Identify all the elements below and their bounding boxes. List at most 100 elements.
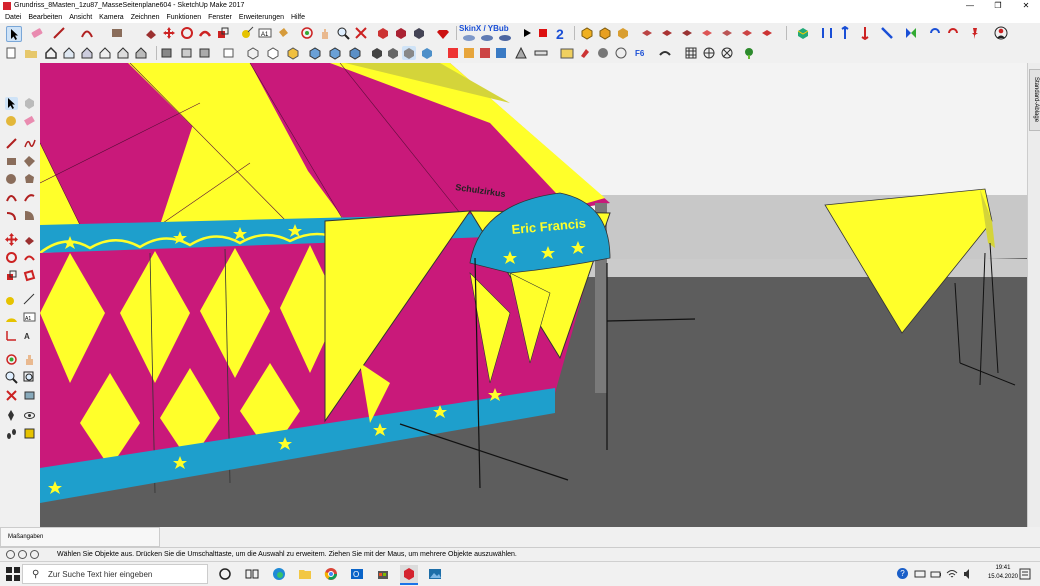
stop-button[interactable] <box>536 26 550 40</box>
help-tray-icon[interactable]: ? <box>897 568 908 579</box>
left-text-button[interactable]: A1 <box>23 311 36 324</box>
left-look-around-button[interactable] <box>23 409 36 422</box>
left-circle-button[interactable] <box>5 173 18 186</box>
network-tray-icon[interactable] <box>914 565 926 583</box>
display-section-button[interactable] <box>180 46 194 60</box>
left-move-button[interactable] <box>5 233 18 246</box>
left-previous-view-button[interactable] <box>23 389 36 402</box>
eraser-tool-button[interactable] <box>30 26 44 40</box>
menu-ansicht[interactable]: Ansicht <box>69 12 92 23</box>
shadow-tool-button[interactable] <box>596 46 610 60</box>
left-position-camera-button[interactable] <box>5 409 18 422</box>
left-section-plane-button[interactable] <box>23 427 36 440</box>
color-box-4-button[interactable] <box>494 46 508 60</box>
left-3d-text-button[interactable]: A <box>23 329 36 342</box>
notifications-tray-icon[interactable] <box>1018 565 1032 583</box>
solid-tool-7-button[interactable] <box>760 26 774 40</box>
box-tool-1-button[interactable] <box>580 26 594 40</box>
solid-tool-6-button[interactable] <box>740 26 754 40</box>
left-push-pull-button[interactable] <box>23 233 36 246</box>
shaded-textures-button[interactable] <box>308 46 322 60</box>
credits-icon[interactable] <box>18 550 27 559</box>
mirror-tool-button[interactable] <box>904 26 918 40</box>
pan-tool-button[interactable] <box>318 26 332 40</box>
zoom-extents-tool-button[interactable] <box>354 26 368 40</box>
line-tool-button[interactable] <box>52 26 66 40</box>
text-tool-button[interactable]: A1 <box>258 26 272 40</box>
ruby-console-button[interactable] <box>436 26 450 40</box>
menu-kamera[interactable]: Kamera <box>99 12 124 23</box>
style-2-button[interactable] <box>370 46 384 60</box>
left-rotated-rectangle-button[interactable] <box>23 155 36 168</box>
color-box-3-button[interactable] <box>478 46 492 60</box>
left-pie-button[interactable] <box>23 209 36 222</box>
left-zoom-window-button[interactable] <box>23 371 36 384</box>
left-follow-me-button[interactable] <box>23 251 36 264</box>
undo-arrow-button[interactable] <box>946 26 960 40</box>
left-polygon-button[interactable] <box>23 173 36 186</box>
top-view-button[interactable] <box>62 46 76 60</box>
style-3-button[interactable] <box>386 46 400 60</box>
right-view-button[interactable] <box>98 46 112 60</box>
push-pin-button[interactable] <box>968 26 982 40</box>
push-pull-tool-button[interactable] <box>144 26 158 40</box>
measurements-box[interactable]: Maßangaben <box>0 527 160 547</box>
left-axes-button[interactable] <box>5 329 18 342</box>
left-zoom-extents-button[interactable] <box>5 389 18 402</box>
warehouse-button[interactable] <box>394 26 408 40</box>
left-walk-button[interactable] <box>5 427 18 440</box>
tape-measure-tool-button[interactable] <box>240 26 254 40</box>
solid-tool-5-button[interactable] <box>720 26 734 40</box>
rectangle-tool-button[interactable] <box>110 26 124 40</box>
user-status-icon[interactable] <box>30 550 39 559</box>
flip-tool-2-button[interactable] <box>838 25 852 40</box>
box-tool-2-button[interactable] <box>598 26 612 40</box>
sketchup-taskbar-icon[interactable] <box>400 565 418 585</box>
front-view-button[interactable] <box>80 46 94 60</box>
close-button[interactable]: ✕ <box>1012 0 1040 12</box>
rotate-tool-button[interactable] <box>180 26 194 40</box>
left-zoom-button[interactable] <box>5 371 18 384</box>
hidden-line-button[interactable] <box>266 46 280 60</box>
solid-tool-2-button[interactable] <box>660 26 674 40</box>
battery-tray-icon[interactable] <box>930 565 942 583</box>
section-plane-button[interactable] <box>160 46 174 60</box>
move-tool-button[interactable] <box>162 26 176 40</box>
shaded-button[interactable] <box>286 46 300 60</box>
windows-start-icon[interactable] <box>6 567 20 581</box>
box-tool-3-button[interactable] <box>616 26 630 40</box>
taskbar-clock[interactable]: 19:41 15.04.2020 <box>988 564 1018 582</box>
section-cut-button[interactable] <box>198 46 212 60</box>
left-rectangle-button[interactable] <box>5 155 18 168</box>
flip-tool-3-button[interactable] <box>858 26 872 41</box>
left-freehand-button[interactable] <box>23 137 36 150</box>
left-3pt-arc-button[interactable] <box>5 209 18 222</box>
grid-tool-button[interactable] <box>684 46 698 60</box>
photos-taskbar-icon[interactable] <box>426 565 444 583</box>
menu-erweiterungen[interactable]: Erweiterungen <box>239 12 284 23</box>
component-tool-button[interactable] <box>376 26 390 40</box>
zoom-tool-button[interactable] <box>336 26 350 40</box>
tree-tool-button[interactable] <box>742 46 756 60</box>
store-icon[interactable] <box>374 565 392 583</box>
left-protractor-button[interactable] <box>5 311 18 324</box>
standard-ablage-tab[interactable]: Standard-Ablage <box>1029 69 1040 131</box>
left-offset-button[interactable] <box>23 269 36 282</box>
cube-tool-button[interactable] <box>796 26 810 40</box>
sandbox-tool-button[interactable] <box>658 46 672 60</box>
restore-button[interactable]: ❐ <box>984 0 1012 12</box>
left-orbit-button[interactable] <box>5 353 18 366</box>
minimize-button[interactable]: — <box>956 0 984 12</box>
solid-tool-4-button[interactable] <box>700 26 714 40</box>
solid-tool-3-button[interactable] <box>680 26 694 40</box>
skinx-tool-1-button[interactable] <box>462 33 476 42</box>
scale-tool-button[interactable] <box>216 26 230 40</box>
menu-bearbeiten[interactable]: Bearbeiten <box>28 12 62 23</box>
style-4-button[interactable] <box>402 46 416 60</box>
open-file-button[interactable] <box>24 46 38 60</box>
back-view-button[interactable] <box>116 46 130 60</box>
left-view-button[interactable] <box>134 46 148 60</box>
wifi-tray-icon[interactable] <box>946 565 958 583</box>
menu-datei[interactable]: Datei <box>5 12 21 23</box>
solid-tool-1-button[interactable] <box>640 26 654 40</box>
